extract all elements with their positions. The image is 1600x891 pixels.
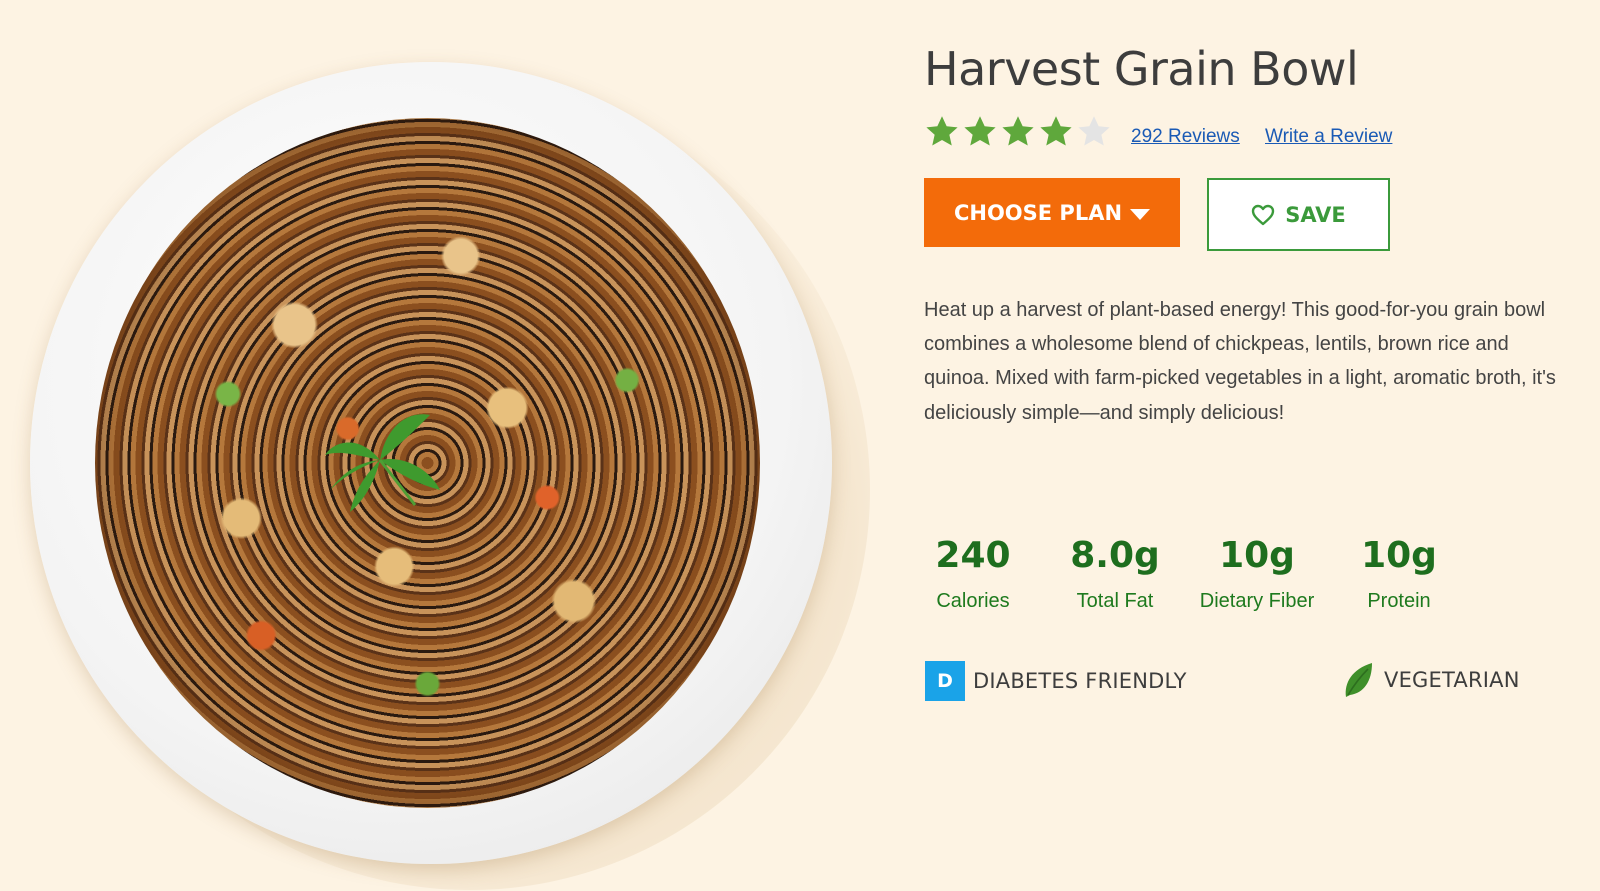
- save-label: SAVE: [1285, 202, 1346, 227]
- product-title: Harvest Grain Bowl: [924, 42, 1359, 96]
- nutrition-label: Dietary Fiber: [1199, 590, 1315, 612]
- write-review-link[interactable]: Write a Review: [1265, 126, 1392, 148]
- star-rating: [924, 114, 1112, 150]
- nutrition-label: Total Fat: [1076, 590, 1154, 612]
- nutrition-label: Calories: [936, 590, 1010, 612]
- star-filled-icon: [1002, 116, 1034, 146]
- nutrition-facts: 240 Calories 8.0g Total Fat 10g Dietary …: [900, 534, 1468, 613]
- heart-icon: [1252, 204, 1275, 225]
- choose-plan-button[interactable]: CHOOSE PLAN: [924, 178, 1180, 247]
- d-badge-icon: D: [925, 661, 965, 701]
- diabetes-friendly-label: DIABETES FRIENDLY: [973, 669, 1187, 693]
- product-description: Heat up a harvest of plant-based energy!…: [924, 299, 1556, 424]
- nutrition-item-protein: 10g Protein: [1330, 534, 1468, 613]
- nutrition-item-dietary-fiber: 10g Dietary Fiber: [1184, 534, 1330, 613]
- nutrition-value: 8.0g: [1070, 535, 1160, 576]
- parsley-garnish-icon: [325, 414, 440, 512]
- product-photo: [0, 0, 890, 891]
- diabetes-friendly-badge: D DIABETES FRIENDLY: [925, 661, 1187, 701]
- nutrition-item-total-fat: 8.0g Total Fat: [1046, 534, 1184, 613]
- nutrition-value: 10g: [1361, 535, 1437, 576]
- star-filled-icon: [1040, 116, 1072, 146]
- stars-row: [924, 114, 1112, 150]
- choose-plan-label: CHOOSE PLAN: [953, 200, 1123, 225]
- vegetarian-label: VEGETARIAN: [1384, 668, 1520, 692]
- reviews-link[interactable]: 292 Reviews: [1131, 126, 1240, 148]
- nutrition-value: 240: [935, 535, 1011, 576]
- leaf-icon: [1345, 663, 1372, 697]
- caret-down-icon: [1130, 208, 1151, 220]
- save-button[interactable]: SAVE: [1207, 178, 1390, 251]
- vegetarian-badge: VEGETARIAN: [1342, 661, 1520, 699]
- nutrition-label: Protein: [1367, 590, 1431, 612]
- nutrition-value: 10g: [1219, 535, 1295, 576]
- star-filled-icon: [926, 116, 958, 146]
- star-empty-icon: [1078, 116, 1110, 146]
- nutrition-item-calories: 240 Calories: [900, 534, 1046, 613]
- star-filled-icon: [964, 116, 996, 146]
